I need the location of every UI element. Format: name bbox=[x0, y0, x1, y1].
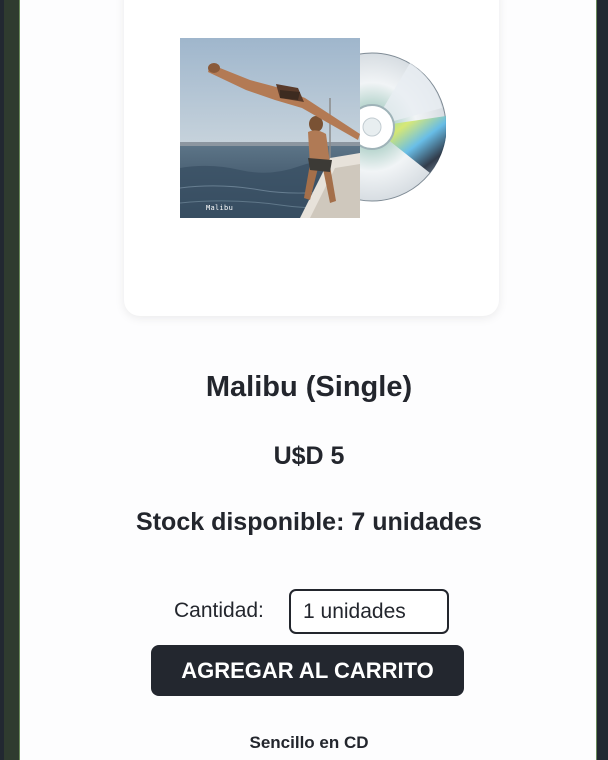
page-frame: Malibu Malibu (Single) U$D 5 Stock dispo… bbox=[4, 0, 597, 760]
album-cover-image bbox=[180, 38, 446, 218]
stock-availability: Stock disponible: 7 unidades bbox=[136, 508, 482, 536]
add-to-cart-button[interactable]: AGREGAR AL CARRITO bbox=[151, 645, 464, 696]
quantity-input[interactable] bbox=[289, 589, 449, 634]
product-image-card: Malibu bbox=[124, 0, 499, 316]
cover-title-text: Malibu bbox=[206, 204, 234, 212]
product-format: Sencillo en CD bbox=[249, 733, 369, 752]
quantity-label: Cantidad: bbox=[174, 599, 264, 622]
product-page: Malibu Malibu (Single) U$D 5 Stock dispo… bbox=[19, 0, 597, 760]
product-price: U$D 5 bbox=[273, 442, 345, 470]
product-title: Malibu (Single) bbox=[205, 371, 413, 403]
